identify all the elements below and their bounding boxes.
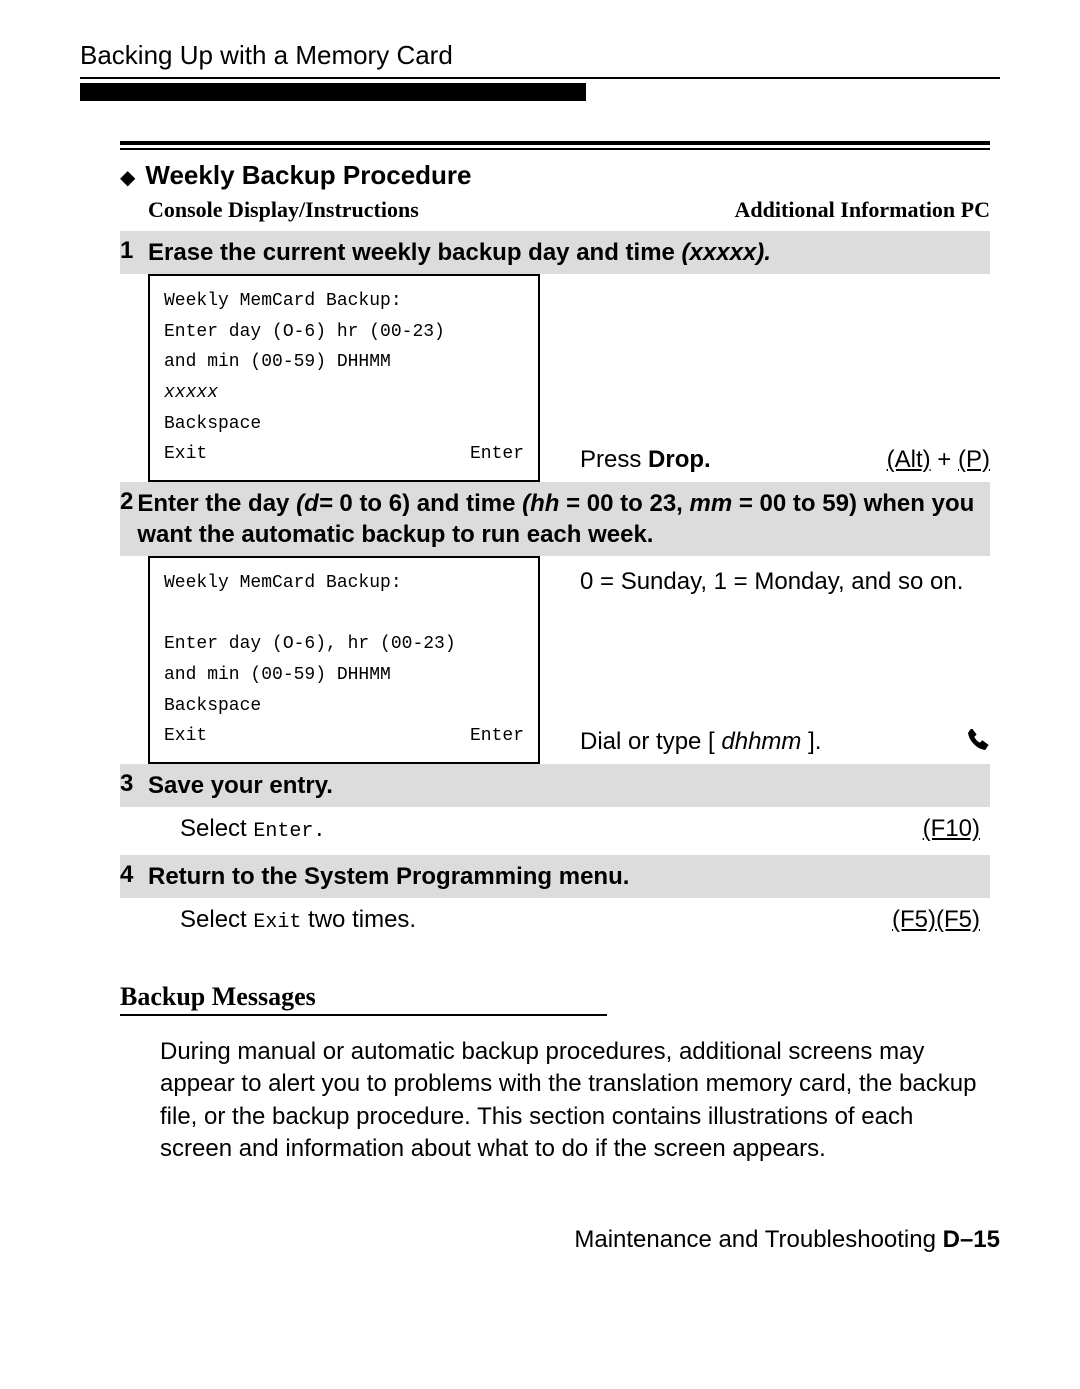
procedure-title: Weekly Backup Procedure: [145, 160, 471, 191]
step-2-console-l1: Weekly MemCard Backup:: [164, 568, 524, 599]
procedure-rule-thin: [120, 148, 990, 150]
step-4-left: Select Exit two times.: [180, 906, 416, 934]
step-4-header: 4 Return to the System Programming menu.: [120, 855, 990, 898]
step-1-text-b: (xxxxx).: [682, 239, 771, 266]
step-2-body: Weekly MemCard Backup: Enter day (O-6), …: [148, 556, 990, 764]
step-4-body: Select Exit two times. (F5)(F5): [180, 898, 990, 946]
step-2-console-exit: Exit: [164, 721, 207, 752]
backup-messages-underline: [120, 1014, 607, 1016]
diamond-icon: ◆: [120, 168, 135, 188]
title-underline: [80, 77, 1000, 79]
step-4-exit: Exit: [253, 911, 301, 934]
page-footer: Maintenance and Troubleshooting D–15: [80, 1226, 1000, 1254]
s2c: 0 to 6) and time: [339, 490, 522, 517]
s2d: (hh: [522, 490, 566, 517]
step-4-num: 4: [120, 861, 148, 892]
subhead-additional: Additional Information PC: [735, 197, 990, 223]
step-1-console-exit: Exit: [164, 439, 207, 470]
step-4-select: Select: [180, 906, 253, 933]
step-2-console-l2: Enter day (O-6), hr (00-23): [164, 629, 524, 660]
step-1-body: Weekly MemCard Backup: Enter day (O-6) h…: [148, 274, 990, 482]
step-1-press-drop: Press Drop.: [580, 446, 711, 474]
section-title: Backing Up with a Memory Card: [80, 40, 1000, 71]
step-3-select: Select: [180, 815, 253, 842]
step-3-enter: Enter.: [253, 820, 325, 843]
step-1-num: 1: [120, 237, 148, 268]
step-2-console-backspace: Backspace: [164, 691, 524, 722]
s2e: = 00 to 23,: [566, 490, 689, 517]
step-1-text: Erase the current weekly backup day and …: [148, 237, 771, 268]
step-2-num: 2: [120, 488, 137, 550]
step-1-plus: +: [931, 446, 958, 473]
step-1-console-l2: Enter day (O-6) hr (00-23): [164, 317, 524, 348]
step-2-console-l3: and min (00-59) DHHMM: [164, 660, 524, 691]
step-1-console-l1: Weekly MemCard Backup:: [164, 286, 524, 317]
s2f: mm: [690, 490, 739, 517]
procedure-rule-top: [120, 141, 990, 145]
step-1-console-l3: and min (00-59) DHHMM: [164, 347, 524, 378]
backup-messages-heading: Backup Messages: [120, 982, 990, 1012]
step-1-shortcut: (Alt) + (P): [887, 446, 990, 474]
step-2-dial: Dial or type [ dhhmm ].: [580, 728, 821, 756]
step-1-header: 1 Erase the current weekly backup day an…: [120, 231, 990, 274]
s2da: Dial or type [: [580, 728, 721, 755]
step-3-num: 3: [120, 770, 148, 801]
step-2-console: Weekly MemCard Backup: Enter day (O-6), …: [148, 556, 540, 764]
step-3-left: Select Enter.: [180, 815, 325, 843]
step-1-console-enter: Enter: [470, 439, 524, 470]
title-thickbar: [80, 83, 586, 101]
step-3-f10: (F10): [923, 815, 980, 843]
step-2-console-enter: Enter: [470, 721, 524, 752]
footer-text-a: Maintenance and Troubleshooting: [574, 1226, 942, 1253]
s2dc: ].: [801, 728, 821, 755]
step-2-text: Enter the day (d= 0 to 6) and time (hh =…: [137, 488, 980, 550]
step-4-twotimes: two times.: [301, 906, 416, 933]
step-3-body: Select Enter. (F10): [180, 807, 990, 855]
s2b: (d=: [296, 490, 339, 517]
step-1-drop: Drop.: [648, 446, 711, 473]
backup-messages-para: During manual or automatic backup proced…: [160, 1036, 990, 1166]
step-1-console-l4: xxxxx: [164, 378, 524, 409]
step-3-text: Save your entry.: [148, 770, 333, 801]
step-1-console-backspace: Backspace: [164, 409, 524, 440]
step-2-desc: 0 = Sunday, 1 = Monday, and so on.: [580, 566, 990, 597]
s2a: Enter the day: [137, 490, 296, 517]
step-4-f5f5: (F5)(F5): [892, 906, 980, 934]
step-1-alt: (Alt): [887, 446, 931, 473]
step-1-text-a: Erase the current weekly backup day and …: [148, 239, 682, 266]
step-3-header: 3 Save your entry.: [120, 764, 990, 807]
subhead-console: Console Display/Instructions: [148, 197, 419, 223]
phone-icon: [964, 728, 990, 756]
step-1-console: Weekly MemCard Backup: Enter day (O-6) h…: [148, 274, 540, 482]
s2db: dhhmm: [721, 728, 801, 755]
step-4-text: Return to the System Programming menu.: [148, 861, 629, 892]
step-1-p: (P): [958, 446, 990, 473]
step-2-header: 2 Enter the day (d= 0 to 6) and time (hh…: [120, 482, 990, 556]
footer-page-num: D–15: [943, 1226, 1000, 1253]
step-1-press: Press: [580, 446, 648, 473]
